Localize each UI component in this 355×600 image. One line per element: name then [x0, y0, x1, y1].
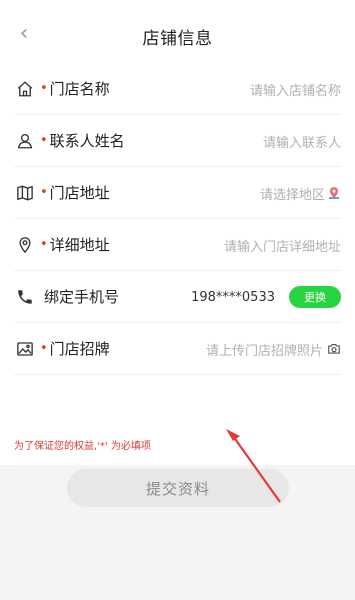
upload-sign-photo[interactable]: 请上传门店招牌照片: [206, 323, 341, 375]
image-icon: [16, 340, 34, 358]
phone-number: 198****0533: [191, 289, 275, 305]
change-phone-button[interactable]: 更换: [289, 286, 341, 308]
store-name-label: 门店名称: [49, 80, 110, 98]
required-asterisk: •: [40, 81, 48, 96]
store-sign-row[interactable]: • 门店招牌 请上传门店招牌照片: [14, 323, 341, 375]
required-asterisk: •: [40, 341, 48, 356]
region-select[interactable]: 请选择地区: [260, 167, 341, 219]
store-name-input[interactable]: 请输入店铺名称: [250, 63, 341, 115]
header-bar: ‹ 店铺信息: [0, 0, 355, 68]
contact-name-label: 联系人姓名: [49, 132, 125, 150]
required-asterisk: •: [40, 185, 48, 200]
bind-phone-label: 绑定手机号: [44, 288, 120, 306]
region-select-placeholder: 请选择地区: [259, 187, 325, 203]
person-icon: [16, 132, 34, 150]
location-icon: [16, 236, 34, 254]
contact-name-row[interactable]: • 联系人姓名 请输入联系人: [14, 115, 341, 167]
store-info-form: • 门店名称 请输入店铺名称 • 联系人姓名 请输入联系人 • 门店地址 请选择…: [0, 63, 355, 507]
camera-icon: [327, 342, 341, 356]
map-icon: [16, 184, 34, 202]
required-notice: 为了保证您的权益,'*' 为必填项: [14, 441, 151, 452]
phone-icon: [16, 288, 34, 306]
upload-placeholder: 请上传门店招牌照片: [205, 343, 323, 359]
location-pin-icon: [327, 186, 341, 200]
store-name-row[interactable]: • 门店名称 请输入店铺名称: [14, 63, 341, 115]
detail-address-row[interactable]: • 详细地址 请输入门店详细地址: [14, 219, 341, 271]
phone-value-wrap: 198****0533 更换: [191, 271, 341, 323]
store-address-row[interactable]: • 门店地址 请选择地区: [14, 167, 341, 219]
detail-address-input[interactable]: 请输入门店详细地址: [224, 219, 341, 271]
contact-name-input[interactable]: 请输入联系人: [263, 115, 341, 167]
submit-button[interactable]: 提交资料: [67, 469, 289, 507]
page-title: 店铺信息: [142, 29, 213, 49]
required-asterisk: •: [40, 133, 48, 148]
store-address-label: 门店地址: [49, 184, 110, 202]
home-icon: [16, 80, 34, 98]
store-sign-label: 门店招牌: [49, 340, 110, 358]
detail-address-label: 详细地址: [49, 236, 110, 254]
page: ‹ 店铺信息 • 门店名称 请输入店铺名称 • 联系人姓名 请输入联系人 • 门…: [0, 0, 355, 600]
bind-phone-row: 绑定手机号 198****0533 更换: [14, 271, 341, 323]
required-asterisk: •: [40, 237, 48, 252]
